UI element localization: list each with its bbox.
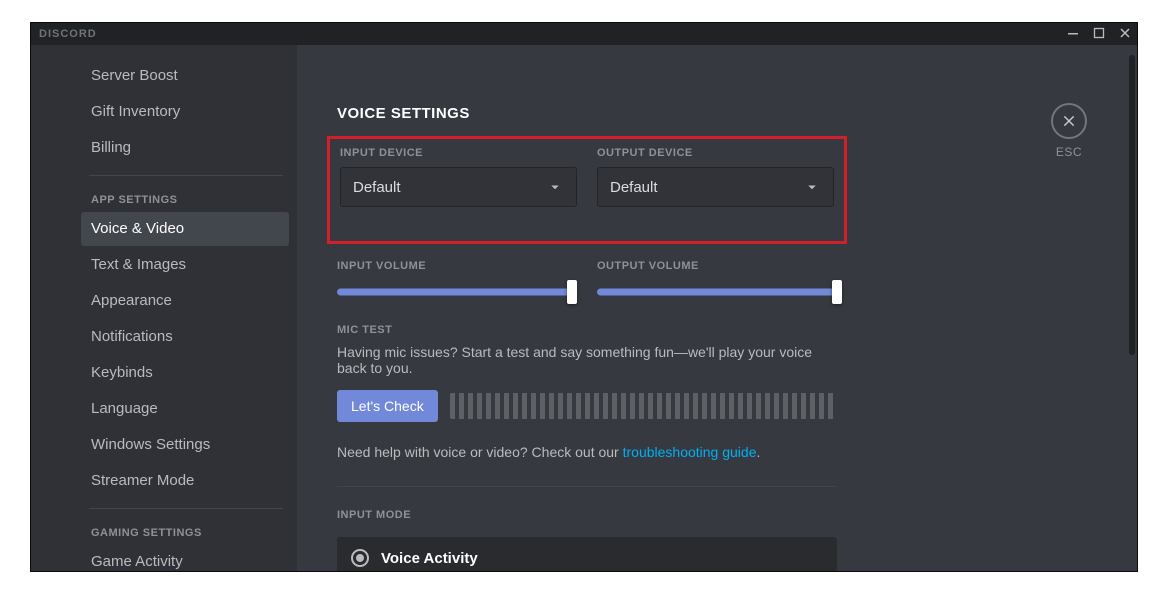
sidebar-item-label: Keybinds xyxy=(91,364,153,381)
slider-track xyxy=(337,289,577,296)
sidebar-item-game-activity[interactable]: Game Activity xyxy=(81,545,289,571)
output-device-label: OUTPUT DEVICE xyxy=(597,147,834,159)
slider-track xyxy=(597,289,837,296)
settings-content: ESC VOICE SETTINGS INPUT DEVICE Default … xyxy=(297,45,1137,571)
button-label: Let's Check xyxy=(351,398,424,414)
mic-test-description: Having mic issues? Start a test and say … xyxy=(337,344,837,376)
mic-test-label: MIC TEST xyxy=(337,324,837,336)
sidebar-item-text-images[interactable]: Text & Images xyxy=(81,248,289,282)
close-icon xyxy=(1061,113,1077,129)
esc-label: ESC xyxy=(1051,145,1087,159)
sidebar-item-label: Billing xyxy=(91,139,131,156)
highlight-annotation: INPUT DEVICE Default OUTPUT DEVICE Defau… xyxy=(327,136,847,244)
sidebar-item-voice-video[interactable]: Voice & Video xyxy=(81,212,289,246)
sidebar-item-label: Text & Images xyxy=(91,256,186,273)
input-device-select[interactable]: Default xyxy=(340,167,577,207)
help-prefix: Need help with voice or video? Check out… xyxy=(337,444,623,460)
close-button[interactable] xyxy=(1051,103,1087,139)
slider-thumb[interactable] xyxy=(832,280,842,304)
radio-icon xyxy=(351,549,369,567)
slider-thumb[interactable] xyxy=(567,280,577,304)
app-window: DISCORD Server Boost Gift Inventory Bill… xyxy=(30,22,1138,572)
content-separator xyxy=(337,486,837,487)
titlebar: DISCORD xyxy=(31,23,1137,45)
input-volume-label: INPUT VOLUME xyxy=(337,260,577,272)
input-volume-slider[interactable] xyxy=(337,280,577,304)
sidebar-item-label: Windows Settings xyxy=(91,436,210,453)
sidebar-item-label: Game Activity xyxy=(91,553,183,570)
input-mode-voice-activity[interactable]: Voice Activity xyxy=(337,537,837,571)
sidebar-item-label: Appearance xyxy=(91,292,172,309)
output-volume-slider[interactable] xyxy=(597,280,837,304)
sidebar-item-appearance[interactable]: Appearance xyxy=(81,284,289,318)
troubleshooting-link[interactable]: troubleshooting guide xyxy=(623,444,757,460)
help-text: Need help with voice or video? Check out… xyxy=(337,444,837,460)
output-device-value: Default xyxy=(610,179,658,196)
sidebar-header-gaming-settings: GAMING SETTINGS xyxy=(81,517,297,543)
close-settings: ESC xyxy=(1051,103,1087,159)
sidebar-separator xyxy=(89,508,283,509)
scrollbar[interactable] xyxy=(1129,55,1135,355)
output-device-select[interactable]: Default xyxy=(597,167,834,207)
sidebar-separator xyxy=(89,175,283,176)
settings-sidebar: Server Boost Gift Inventory Billing APP … xyxy=(31,45,297,571)
output-volume-label: OUTPUT VOLUME xyxy=(597,260,837,272)
sidebar-item-label: Language xyxy=(91,400,158,417)
mic-level-meter xyxy=(450,393,837,419)
sidebar-item-label: Streamer Mode xyxy=(91,472,194,489)
sidebar-item-language[interactable]: Language xyxy=(81,392,289,426)
sidebar-item-windows-settings[interactable]: Windows Settings xyxy=(81,428,289,462)
window-maximize-icon[interactable] xyxy=(1093,27,1105,42)
app-name: DISCORD xyxy=(39,28,97,40)
sidebar-header-app-settings: APP SETTINGS xyxy=(81,184,297,210)
help-suffix: . xyxy=(757,444,761,460)
sidebar-item-server-boost[interactable]: Server Boost xyxy=(81,59,289,93)
sidebar-item-keybinds[interactable]: Keybinds xyxy=(81,356,289,390)
window-minimize-icon[interactable] xyxy=(1067,27,1079,42)
sidebar-item-label: Notifications xyxy=(91,328,173,345)
sidebar-item-streamer-mode[interactable]: Streamer Mode xyxy=(81,464,289,498)
sidebar-item-label: Gift Inventory xyxy=(91,103,180,120)
chevron-down-icon xyxy=(803,178,821,196)
page-title: VOICE SETTINGS xyxy=(337,105,837,122)
sidebar-item-label: Voice & Video xyxy=(91,220,184,237)
sidebar-item-notifications[interactable]: Notifications xyxy=(81,320,289,354)
input-device-label: INPUT DEVICE xyxy=(340,147,577,159)
sidebar-item-billing[interactable]: Billing xyxy=(81,131,289,165)
chevron-down-icon xyxy=(546,178,564,196)
input-device-value: Default xyxy=(353,179,401,196)
lets-check-button[interactable]: Let's Check xyxy=(337,390,438,422)
input-mode-label: INPUT MODE xyxy=(337,509,837,521)
sidebar-item-gift-inventory[interactable]: Gift Inventory xyxy=(81,95,289,129)
sidebar-item-label: Server Boost xyxy=(91,67,178,84)
radio-label: Voice Activity xyxy=(381,550,478,567)
window-close-icon[interactable] xyxy=(1119,27,1131,42)
